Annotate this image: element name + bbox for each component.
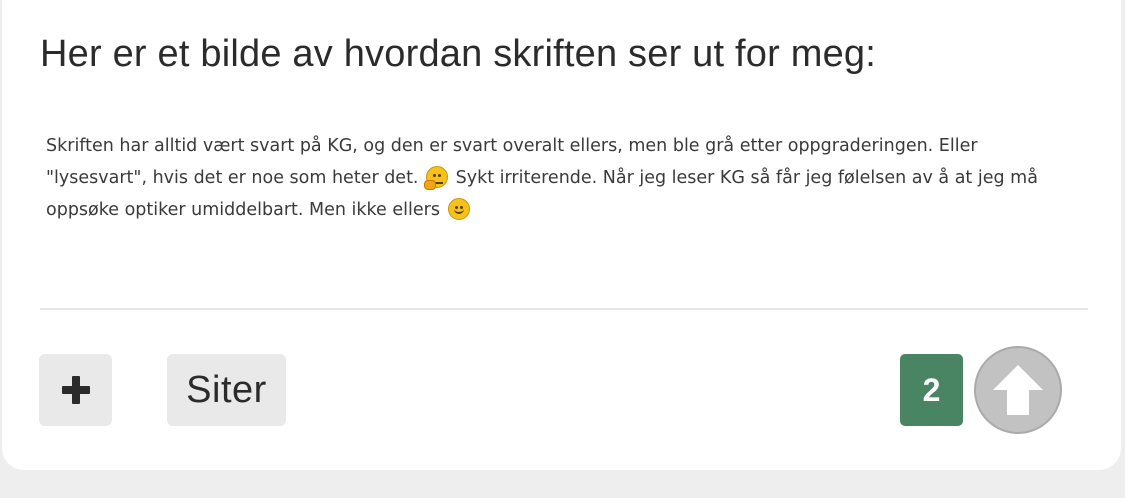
vote-count-badge: 2 (900, 354, 963, 426)
slightly-smiling-face-emoji (447, 198, 470, 220)
divider (40, 308, 1088, 310)
embedded-line-3: oppsøke optiker umiddelbart. Men ikke el… (46, 200, 440, 220)
plus-icon (61, 376, 90, 404)
embedded-line-2b: Sykt irriterende. Når jeg leser KG så få… (455, 168, 1038, 188)
embedded-line-1: Skriften har alltid vært svart på KG, og… (46, 136, 978, 156)
embedded-screenshot-text: Skriften har alltid vært svart på KG, og… (46, 130, 1086, 226)
upvote-button[interactable] (974, 346, 1062, 434)
arrow-up-icon (993, 365, 1043, 415)
post-card: Her er et bilde av hvordan skriften ser … (2, 0, 1121, 470)
post-text: Her er et bilde av hvordan skriften ser … (40, 33, 877, 75)
embedded-line-2a: "lysesvart", hvis det er noe som heter d… (46, 168, 419, 188)
quote-button[interactable]: Siter (167, 354, 286, 426)
thinking-face-emoji (424, 166, 449, 190)
embedded-screenshot: Skriften har alltid vært svart på KG, og… (46, 130, 1086, 240)
expand-button[interactable] (39, 354, 112, 426)
